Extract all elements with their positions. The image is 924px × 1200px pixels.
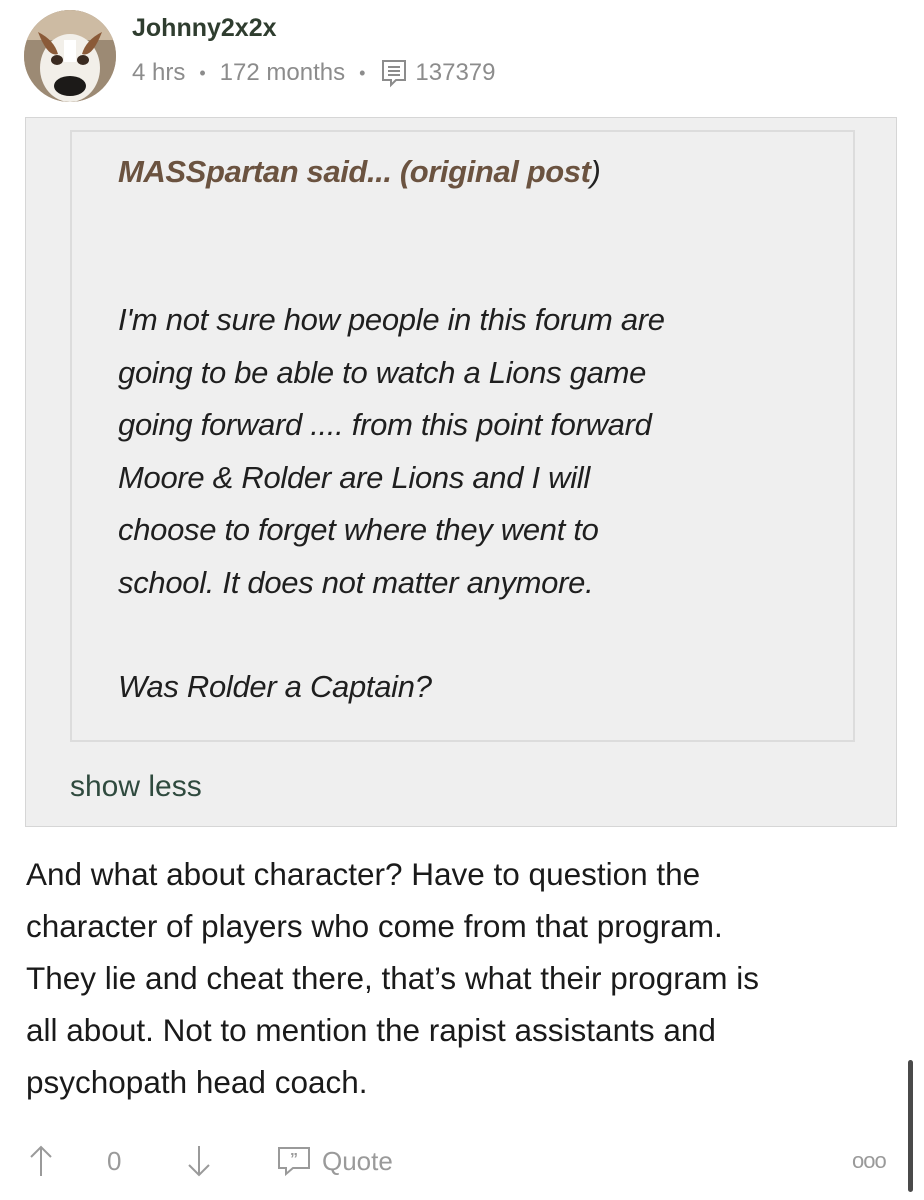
quote-line: choose to forget where they went to (118, 512, 599, 547)
post-line: And what about character? Have to questi… (26, 856, 701, 892)
quote-line: school. It does not matter anymore. (118, 564, 594, 600)
username[interactable]: Johnny2x2x (132, 14, 277, 43)
original-post-close: ) (590, 154, 601, 189)
quote-line: going to be able to watch a Lions game (118, 354, 647, 390)
post-line: psychopath head coach. (26, 1064, 368, 1100)
post-count: 137379 (415, 59, 496, 86)
quote-line: I'm not sure how people in this forum ar… (118, 302, 665, 337)
quote-line: going forward .... from this point forwa… (118, 407, 652, 442)
post-actions: 0 ” Quote ooo (0, 1138, 924, 1184)
quote-line: Moore & Rolder are Lions and I will (118, 459, 590, 495)
post-line: character of players who come from that … (26, 908, 723, 944)
post-line: all about. Not to mention the rapist ass… (26, 1012, 716, 1048)
scrollbar[interactable] (908, 1060, 913, 1192)
arrow-up-icon (30, 1145, 52, 1176)
vote-count: 0 (107, 1145, 122, 1176)
downvote-button[interactable] (186, 1138, 212, 1184)
quote-text: I'm not sure how people in this forum ar… (118, 294, 838, 714)
separator-dot: • (359, 62, 366, 83)
svg-text:”: ” (290, 1151, 298, 1168)
quote-block: MASSpartan said... (original post) I'm n… (25, 117, 897, 827)
quote-icon: ” (278, 1147, 310, 1177)
upvote-button[interactable] (28, 1138, 54, 1184)
avatar[interactable] (24, 10, 116, 102)
post-line: They lie and cheat there, that’s what th… (26, 960, 760, 996)
quote-author[interactable]: MASSpartan said... (118, 154, 400, 189)
quoted-post: MASSpartan said... (original post) I'm n… (70, 130, 855, 742)
arrow-down-icon (188, 1146, 210, 1177)
more-options-icon[interactable]: ooo (852, 1138, 887, 1184)
post-count-icon (379, 58, 409, 88)
quote-line: Was Rolder a Captain? (118, 669, 432, 704)
post-meta: 4 hrs • 172 months • 137379 (132, 58, 496, 88)
member-duration: 172 months (219, 59, 346, 86)
separator-dot: • (199, 62, 206, 83)
quote-button[interactable]: ” Quote (276, 1138, 393, 1184)
dog-avatar-image (24, 10, 116, 102)
original-post-link[interactable]: (original post (400, 154, 591, 189)
post-body: And what about character? Have to questi… (26, 848, 906, 1108)
quote-label: Quote (322, 1145, 393, 1176)
show-less-link[interactable]: show less (70, 770, 202, 804)
quote-header: MASSpartan said... (original post) (118, 154, 601, 190)
time-ago: 4 hrs (132, 59, 186, 86)
